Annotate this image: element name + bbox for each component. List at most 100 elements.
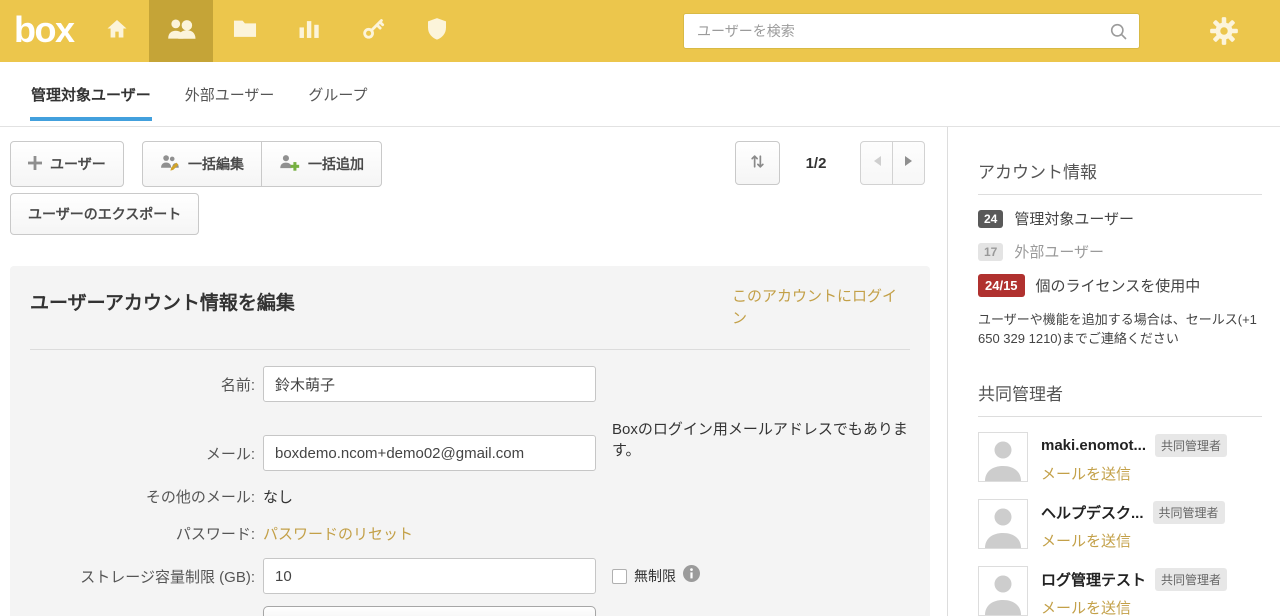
license-count-badge: 24/15	[978, 274, 1025, 297]
account-stats: 24 管理対象ユーザー 17 外部ユーザー 24/15 個のライセンスを使用中	[978, 208, 1264, 297]
license-usage-stat: 24/15 個のライセンスを使用中	[978, 274, 1264, 297]
nav-home[interactable]	[85, 0, 149, 62]
coadmin-role-badge: 共同管理者	[1155, 434, 1227, 457]
search-icon[interactable]	[1109, 22, 1129, 47]
coadmin-row: ヘルプデスク... 共同管理者 メールを送信	[978, 499, 1264, 551]
panel-title: ユーザーアカウント情報を編集	[30, 286, 295, 315]
shield-icon	[425, 16, 449, 46]
sort-button[interactable]	[735, 141, 780, 185]
page-indicator: 1/2	[788, 141, 844, 185]
info-icon[interactable]	[683, 565, 700, 587]
avatar	[978, 566, 1028, 616]
sales-contact-note: ユーザーや機能を追加する場合は、セールス(+1 650 329 1210)までご…	[978, 310, 1274, 348]
send-email-link[interactable]: メールを送信	[1041, 597, 1227, 616]
prev-page-button[interactable]	[860, 141, 893, 185]
top-header: box	[0, 0, 1280, 62]
prev-icon	[872, 154, 882, 172]
password-label: パスワード:	[30, 523, 255, 544]
user-form: 名前: メール: Boxのログイン用メールアドレスでもあります。 その他のメール…	[30, 366, 910, 616]
password-row: パスワード: パスワードのリセット	[30, 523, 910, 544]
nav-users[interactable]	[149, 0, 213, 62]
box-logo[interactable]: box	[14, 9, 74, 51]
unlimited-group: 無制限	[612, 565, 700, 587]
other-email-label: その他のメール:	[30, 486, 255, 507]
nav-admin-key[interactable]	[341, 0, 405, 62]
gear-icon[interactable]	[1208, 15, 1240, 52]
edit-user-panel: ユーザーアカウント情報を編集 このアカウントにログイン 名前: メール: Box…	[10, 266, 930, 616]
nav-reports[interactable]	[277, 0, 341, 62]
email-note: Boxのログイン用メールアドレスでもあります。	[612, 419, 914, 461]
account-sidebar: アカウント情報 24 管理対象ユーザー 17 外部ユーザー 24/15 個のライ…	[949, 127, 1280, 616]
license-usage-label: 個のライセンスを使用中	[1036, 275, 1201, 296]
storage-label: ストレージ容量制限 (GB):	[30, 566, 255, 587]
pager	[860, 141, 925, 185]
nav-security[interactable]	[405, 0, 469, 62]
name-label: 名前:	[30, 374, 255, 395]
status-select[interactable]: アクティブ	[263, 606, 596, 616]
coadmin-list: maki.enomot... 共同管理者 メールを送信 ヘルプデスク... 共同…	[978, 432, 1264, 616]
external-count-badge: 17	[978, 243, 1003, 261]
content-area: ユーザー 一括編集	[0, 127, 1280, 616]
email-row: メール: Boxのログイン用メールアドレスでもあります。	[30, 432, 910, 474]
folder-icon	[232, 18, 258, 44]
tab-managed-users[interactable]: 管理対象ユーザー	[30, 62, 152, 126]
bulk-edit-icon	[160, 154, 180, 174]
panel-header: ユーザーアカウント情報を編集 このアカウントにログイン	[30, 286, 910, 330]
divider	[978, 194, 1262, 195]
divider	[978, 416, 1262, 417]
managed-users-stat: 24 管理対象ユーザー	[978, 208, 1264, 229]
email-label: メール:	[30, 443, 255, 464]
email-field[interactable]	[263, 435, 596, 471]
home-icon	[104, 17, 130, 46]
user-search	[683, 13, 1140, 49]
coadmin-role-badge: 共同管理者	[1153, 501, 1225, 524]
unlimited-checkbox[interactable]	[612, 569, 627, 584]
next-page-button[interactable]	[892, 141, 925, 185]
name-field[interactable]	[263, 366, 596, 402]
bulk-add-icon	[279, 154, 300, 174]
plus-icon	[28, 156, 42, 173]
section-tabs: 管理対象ユーザー 外部ユーザー グループ	[0, 62, 1280, 127]
account-info-title: アカウント情報	[978, 158, 1264, 183]
send-email-link[interactable]: メールを送信	[1041, 463, 1227, 484]
status-row: ステータス: アクティブ	[30, 606, 910, 616]
coadmin-role-badge: 共同管理者	[1155, 568, 1227, 591]
box-admin-console: box	[0, 0, 1280, 616]
avatar	[978, 499, 1028, 549]
name-row: 名前:	[30, 366, 910, 402]
users-icon	[166, 18, 196, 44]
coadmin-name[interactable]: maki.enomot...	[1041, 437, 1146, 454]
coadmin-name[interactable]: ログ管理テスト	[1041, 569, 1146, 590]
managed-count-label: 管理対象ユーザー	[1014, 208, 1134, 229]
password-reset-link[interactable]: パスワードのリセット	[263, 523, 413, 544]
tab-external-users[interactable]: 外部ユーザー	[184, 62, 276, 126]
login-as-account-link[interactable]: このアカウントにログイン	[732, 286, 910, 330]
search-input[interactable]	[684, 14, 1139, 48]
coadmin-title: 共同管理者	[978, 380, 1264, 405]
tab-groups[interactable]: グループ	[307, 62, 368, 126]
next-icon	[904, 154, 914, 172]
nav-files[interactable]	[213, 0, 277, 62]
storage-field[interactable]	[263, 558, 596, 594]
export-users-button[interactable]: ユーザーのエクスポート	[10, 193, 199, 235]
header-nav	[85, 0, 469, 62]
panel-divider	[30, 349, 910, 350]
bulk-add-button[interactable]: 一括追加	[261, 141, 382, 187]
other-email-value: なし	[263, 486, 293, 507]
status-label: ステータス:	[30, 613, 255, 616]
other-email-row: その他のメール: なし	[30, 486, 910, 507]
coadmin-name[interactable]: ヘルプデスク...	[1041, 502, 1144, 523]
external-users-stat: 17 外部ユーザー	[978, 241, 1264, 262]
sort-icon	[748, 152, 767, 174]
main-column: ユーザー 一括編集	[0, 127, 948, 616]
add-user-button[interactable]: ユーザー	[10, 141, 124, 187]
coadmin-row: ログ管理テスト 共同管理者 メールを送信	[978, 566, 1264, 616]
send-email-link[interactable]: メールを送信	[1041, 530, 1225, 551]
unlimited-label: 無制限	[634, 566, 676, 586]
status-value: アクティブ	[276, 613, 349, 616]
key-icon	[361, 16, 386, 46]
avatar	[978, 432, 1028, 482]
bulk-edit-button[interactable]: 一括編集	[142, 141, 262, 187]
external-count-label: 外部ユーザー	[1014, 241, 1104, 262]
managed-count-badge: 24	[978, 210, 1003, 228]
